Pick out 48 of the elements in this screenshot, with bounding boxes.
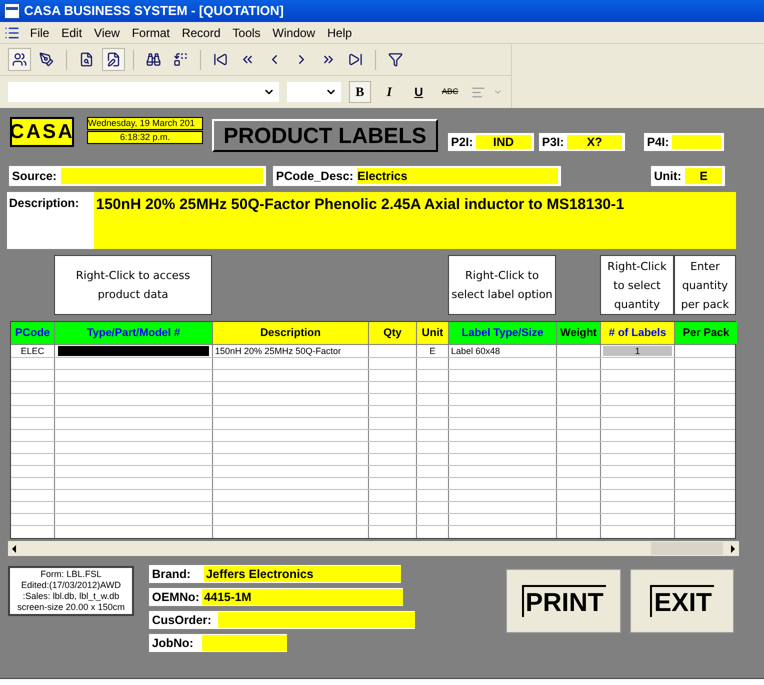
menu-item[interactable]: Help [321,24,358,42]
window-title: CASA BUSINESS SYSTEM - [QUOTATION] [24,2,284,20]
file-edit-icon[interactable] [102,48,125,71]
order-field[interactable]: JobNo: [149,634,287,652]
strikethrough-button[interactable]: ABC [437,81,463,103]
order-field[interactable]: Brand: Jeffers Electronics [149,565,401,583]
hint-box: Right-Click to select quantity [600,255,674,315]
form-title: PRODUCT LABELS [212,119,438,152]
table-cell: 150nH 20% 25MHz 50Q-Factor [213,345,369,357]
description-field[interactable]: Description: 150nH 20% 25MHz 50Q-Factor Phenolic 2.45A Axial inductor to MS18130-1 [7,192,736,249]
indicator-label: P2I: [451,134,474,151]
menu-item[interactable]: Format [126,24,176,42]
menu-item[interactable]: Tools [226,24,267,42]
users-icon[interactable] [8,48,31,71]
indicator-label: P3I: [542,134,564,151]
italic-button[interactable]: I [378,81,400,103]
indicator-value: X? [567,135,622,149]
menu-item[interactable]: Window [266,24,322,42]
hint-box: Enter quantity per pack [674,255,736,315]
table-cell: 1 [603,346,672,356]
pcode-desc-field[interactable]: PCode_Desc: Electrics [273,166,561,186]
horizontal-scrollbar[interactable] [8,541,739,556]
unit-field[interactable]: Unit: E [651,166,725,186]
menu-item[interactable]: Edit [55,24,88,42]
hint-box: Right-Click to access product data [54,255,212,315]
print-button[interactable]: PRINT [506,569,621,633]
indicator-value: IND [476,135,531,149]
menu-item[interactable]: File [24,24,56,42]
order-field[interactable]: OEMNo: 4415-1M [149,588,403,606]
table-cell: Label 60x48 [449,345,557,357]
menu-item[interactable]: Record [176,24,227,42]
underline-button[interactable]: U [408,81,430,103]
menu-item[interactable]: View [88,24,126,42]
exit-button[interactable]: EXIT [630,569,734,633]
indicator-value [672,135,721,149]
app-icon [4,3,20,19]
order-field[interactable]: CusOrder: [149,611,415,629]
indicator-label: P4I: [647,134,670,151]
form-info-box: Form: LBL.FSL Edited:(17/03/2012)AWD :Sales: lbl.db, lbl_t_w.db screen-size 20.00 x 150cm [8,566,134,616]
casa-logo: CASA [10,117,74,147]
table-cell: E [417,345,449,357]
menu-icon[interactable] [4,24,20,40]
hint-box: Right-Click to select label option [448,255,556,315]
date-display: Wednesday, 19 March 201 [87,117,203,130]
source-field[interactable]: Source: [9,166,266,186]
time-display: 6:18:32 p.m. [87,131,203,144]
table-cell: ELEC [11,345,55,357]
bold-button[interactable]: B [349,81,371,103]
